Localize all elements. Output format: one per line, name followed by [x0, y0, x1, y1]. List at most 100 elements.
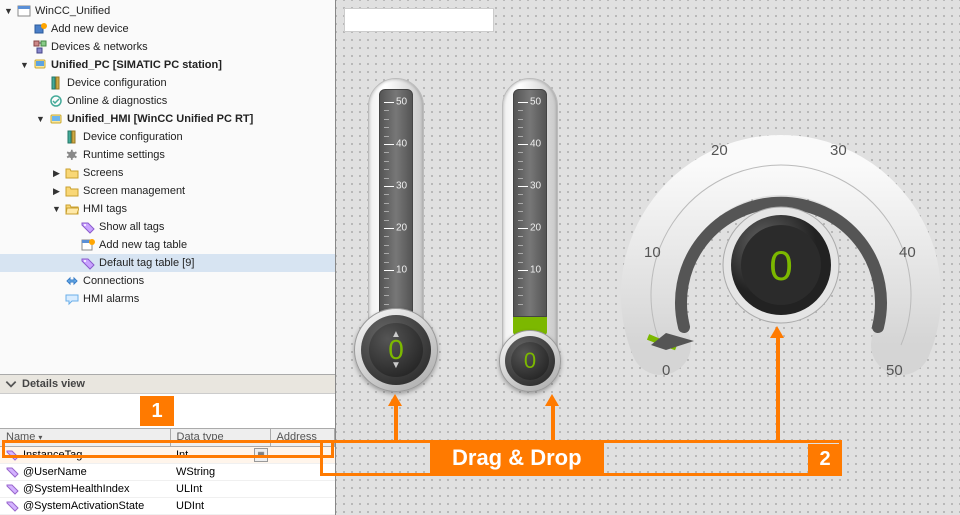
type-dropdown-button[interactable]: ▦	[254, 448, 268, 462]
radial-tick: 10	[644, 244, 661, 261]
tree-node-runtime-settings[interactable]: Runtime settings	[0, 146, 335, 164]
tree-node-hmi-tags[interactable]: ▼ HMI tags	[0, 200, 335, 218]
bar-ticks: 5040302010	[514, 90, 546, 316]
expand-icon[interactable]: ▼	[18, 59, 31, 72]
drag-drop-label: Drag & Drop	[430, 442, 604, 474]
tree-node-connections[interactable]: Connections	[0, 272, 335, 290]
table-row[interactable]: @SystemHealthIndex ULInt	[0, 480, 335, 497]
callout-badge-2: 2	[808, 444, 842, 474]
tree-node-hmi-rt[interactable]: ▼ Unified_HMI [WinCC Unified PC RT]	[0, 110, 335, 128]
expand-icon[interactable]: ▶	[50, 167, 63, 180]
details-view-header[interactable]: Details view	[0, 374, 335, 394]
tree-label: Default tag table [9]	[99, 257, 194, 269]
add-table-icon	[80, 238, 96, 252]
column-header-name[interactable]: Name ▾	[0, 428, 170, 446]
arrow-up-icon	[770, 326, 784, 338]
tree-node-screen-mgmt[interactable]: ▶ Screen management	[0, 182, 335, 200]
add-icon	[32, 22, 48, 36]
tree-label: Unified_HMI [WinCC Unified PC RT]	[67, 113, 253, 125]
table-row[interactable]: @UserName WString	[0, 463, 335, 480]
cell-name: @SystemHealthIndex	[23, 483, 130, 495]
connections-icon	[64, 274, 80, 288]
tree-node-default-tag-table[interactable]: Default tag table [9]	[0, 254, 335, 272]
tree-label: Runtime settings	[83, 149, 165, 161]
tree-node-device-config2[interactable]: Device configuration	[0, 128, 335, 146]
callout-arrow	[394, 404, 398, 442]
table-row[interactable]: @SystemActivationState UDInt	[0, 497, 335, 514]
bar-gauge-knob[interactable]: 0	[499, 330, 561, 392]
tree-label: Screen management	[83, 185, 185, 197]
bar-gauge-knob[interactable]: ▲ ▼ 0	[354, 308, 438, 392]
tree-node-devices-networks[interactable]: Devices & networks	[0, 38, 335, 56]
table-row[interactable]: InstanceTag Int ▦	[0, 446, 335, 463]
tree-label: Online & diagnostics	[67, 95, 167, 107]
arrow-up-icon[interactable]: ▲	[391, 329, 401, 340]
folder-icon	[64, 166, 80, 180]
radial-tick: 20	[711, 142, 728, 159]
folder-open-icon	[64, 202, 80, 216]
tree-node-show-all-tags[interactable]: Show all tags	[0, 218, 335, 236]
cell-type: ULInt	[170, 480, 270, 497]
tree-label: WinCC_Unified	[35, 5, 110, 17]
bar-gauge-1[interactable]: 5040302010 ▲ ▼ 0	[368, 78, 424, 378]
tree-label: Device configuration	[83, 131, 183, 143]
tree-label: Show all tags	[99, 221, 164, 233]
tree-label: Screens	[83, 167, 123, 179]
expand-icon[interactable]: ▶	[50, 185, 63, 198]
callout-arrow	[776, 336, 780, 442]
expand-icon[interactable]: ▼	[2, 5, 15, 18]
diagnostics-icon	[48, 94, 64, 108]
arrow-down-icon[interactable]: ▼	[391, 360, 401, 371]
expand-icon[interactable]: ▼	[50, 203, 63, 216]
gauge-value: 0	[524, 348, 536, 374]
expand-icon[interactable]: ▼	[34, 113, 47, 126]
tree-node-add-tag-table[interactable]: Add new tag table	[0, 236, 335, 254]
radial-value: 0	[769, 242, 792, 289]
bar-gauge-2[interactable]: 5040302010 0	[502, 78, 558, 378]
settings-icon	[64, 148, 80, 162]
tag-table-icon	[80, 256, 96, 270]
callout-arrow	[551, 404, 555, 442]
tag-icon	[6, 483, 20, 495]
device-config-icon	[48, 76, 64, 90]
column-header-type[interactable]: Data type	[170, 428, 270, 446]
radial-tick: 0	[662, 362, 670, 379]
tags-icon	[80, 220, 96, 234]
tree-node-online-diag[interactable]: Online & diagnostics	[0, 92, 335, 110]
device-config-icon	[64, 130, 80, 144]
tree-label: HMI tags	[83, 203, 127, 215]
arrow-up-icon	[388, 394, 402, 406]
callout-badge-1: 1	[140, 396, 174, 426]
chevron-down-icon[interactable]	[4, 377, 18, 391]
arrow-up-icon	[545, 394, 559, 406]
canvas-white-box[interactable]	[344, 8, 494, 32]
tree-node-hmi-alarms[interactable]: HMI alarms	[0, 290, 335, 308]
cell-type: UDInt	[170, 497, 270, 514]
screen-editor-canvas[interactable]: 5040302010 ▲ ▼ 0	[336, 0, 960, 515]
tree-node-add-device[interactable]: Add new device	[0, 20, 335, 38]
radial-gauge[interactable]: 0 10 20 30 40 50 0	[616, 95, 946, 418]
cell-name: @SystemActivationState	[23, 500, 144, 512]
tree-label: Add new device	[51, 23, 129, 35]
tree-label: Device configuration	[67, 77, 167, 89]
radial-tick: 50	[886, 362, 903, 379]
cell-name: @UserName	[23, 466, 87, 478]
tree-label: HMI alarms	[83, 293, 139, 305]
cell-type: Int	[176, 449, 188, 461]
tree-node-screens[interactable]: ▶ Screens	[0, 164, 335, 182]
project-tree[interactable]: ▼ WinCC_Unified Add new device Devices &…	[0, 0, 335, 374]
tag-icon	[6, 500, 20, 512]
tree-node-device-config[interactable]: Device configuration	[0, 74, 335, 92]
network-icon	[32, 40, 48, 54]
details-table: Name ▾ Data type Address InstanceTag Int…	[0, 428, 335, 515]
folder-icon	[64, 184, 80, 198]
tree-label: Devices & networks	[51, 41, 148, 53]
cell-type: WString	[170, 463, 270, 480]
tree-node-project[interactable]: ▼ WinCC_Unified	[0, 2, 335, 20]
tree-label: Add new tag table	[99, 239, 187, 251]
tree-node-pc-station[interactable]: ▼ Unified_PC [SIMATIC PC station]	[0, 56, 335, 74]
bar-ticks: 5040302010	[380, 90, 412, 316]
details-title: Details view	[22, 378, 85, 390]
pc-icon	[32, 58, 48, 72]
project-icon	[16, 4, 32, 18]
